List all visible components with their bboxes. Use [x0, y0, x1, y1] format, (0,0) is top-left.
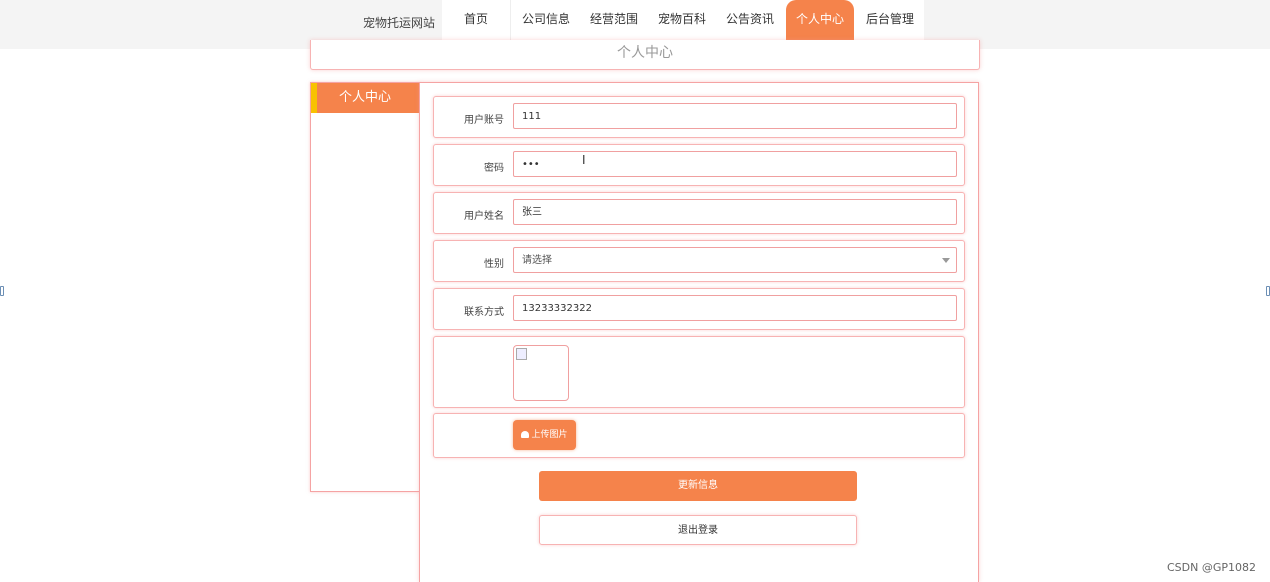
text-cursor-icon: I — [582, 153, 586, 167]
password-label: 密码 — [484, 163, 504, 174]
form-row-gender: 性别 请选择 — [433, 240, 965, 282]
account-label: 用户账号 — [464, 115, 504, 126]
contact-field[interactable]: 13233332322 — [513, 295, 957, 321]
page-title: 个人中心 — [617, 45, 673, 61]
gender-select-value: 请选择 — [522, 255, 552, 266]
nav-item-home[interactable]: 首页 — [442, 0, 510, 42]
avatar-preview — [513, 345, 569, 401]
site-brand[interactable]: 宠物托运网站 — [363, 14, 435, 31]
right-edge-handle — [1266, 286, 1270, 296]
name-field[interactable]: 张三 — [513, 199, 957, 225]
contact-label: 联系方式 — [464, 307, 504, 318]
nav-divider — [510, 0, 511, 42]
cloud-upload-icon — [521, 431, 530, 438]
broken-image-icon — [516, 348, 527, 360]
chevron-down-icon — [942, 258, 950, 263]
form-row-password: 密码 ••• — [433, 144, 965, 186]
nav-item-personal-center-label: 个人中心 — [795, 12, 844, 26]
update-info-button[interactable]: 更新信息 — [539, 471, 857, 501]
account-field[interactable]: 111 — [513, 103, 957, 129]
nav-item-company-info[interactable]: 公司信息 — [512, 0, 580, 42]
upload-image-label: 上传图片 — [531, 430, 568, 440]
nav-menu: 首页 公司信息 经营范围 宠物百科 公告资讯 个人中心 后台管理 — [442, 0, 924, 48]
form-row-account: 用户账号 111 — [433, 96, 965, 138]
form-row-upload: 上传图片 — [433, 413, 965, 458]
logout-button[interactable]: 退出登录 — [539, 515, 857, 545]
watermark: CSDN @GP1082 — [1166, 561, 1256, 574]
upload-image-button[interactable]: 上传图片 — [513, 420, 576, 450]
sidebar: 个人中心 — [310, 82, 420, 492]
nav-item-personal-center[interactable]: 个人中心 — [786, 0, 854, 48]
form-row-avatar — [433, 336, 965, 408]
sidebar-item-personal-center[interactable]: 个人中心 — [311, 83, 419, 113]
form-row-name: 用户姓名 张三 — [433, 192, 965, 234]
sidebar-item-label: 个人中心 — [338, 90, 391, 105]
page-title-box: 个人中心 — [310, 40, 980, 70]
gender-label: 性别 — [484, 259, 504, 270]
nav-item-admin[interactable]: 后台管理 — [856, 0, 924, 42]
password-field[interactable]: ••• — [513, 151, 957, 177]
left-edge-handle — [0, 286, 4, 296]
nav-item-announcements[interactable]: 公告资讯 — [716, 0, 784, 42]
nav-item-business-scope[interactable]: 经营范围 — [580, 0, 648, 42]
sidebar-active-marker — [311, 83, 317, 113]
name-label: 用户姓名 — [464, 211, 504, 222]
form-row-contact: 联系方式 13233332322 — [433, 288, 965, 330]
nav-item-pet-encyclopedia[interactable]: 宠物百科 — [648, 0, 716, 42]
gender-select[interactable]: 请选择 — [513, 247, 957, 273]
